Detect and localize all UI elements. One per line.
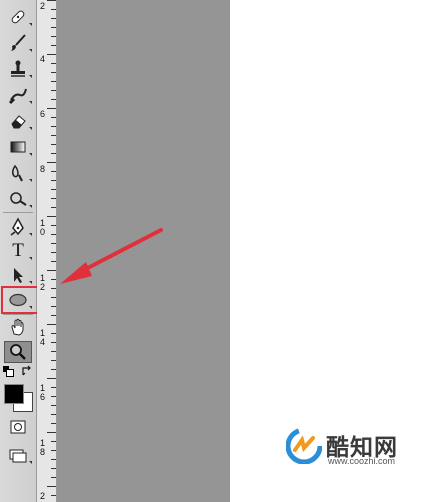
history-brush-icon <box>8 88 27 105</box>
history-brush-tool[interactable] <box>4 84 32 106</box>
bandage-icon <box>11 10 25 24</box>
pen-tool[interactable] <box>4 216 32 238</box>
swap-colors-icon[interactable] <box>21 364 33 376</box>
clone-stamp-tool[interactable] <box>4 58 32 80</box>
dodge-tool[interactable] <box>4 188 32 210</box>
path-selection-tool[interactable] <box>4 264 32 286</box>
ruler-ticks <box>47 0 56 496</box>
watermark-url: www.coozhi.com <box>328 456 396 466</box>
pen-nib-icon <box>10 217 24 236</box>
coozhi-watermark: 酷知网 www.coozhi.com <box>286 426 436 470</box>
stamp-icon <box>11 60 25 77</box>
hand-icon <box>11 318 24 336</box>
ruler-label: 6 <box>40 109 46 119</box>
ruler-label: 1 2 <box>40 273 46 292</box>
ruler-label: 4 <box>40 54 46 64</box>
spot-healing-brush-tool[interactable] <box>4 6 32 28</box>
ruler-label: 1 4 <box>40 328 46 347</box>
eraser-tool[interactable] <box>4 110 32 132</box>
ruler-label: 8 <box>40 164 46 174</box>
hand-tool[interactable] <box>4 316 32 338</box>
brush-icon <box>11 34 26 51</box>
tools-panel: T <box>0 0 37 502</box>
eraser-icon <box>11 115 26 129</box>
blur-drop-icon <box>11 164 23 182</box>
brush-tool[interactable] <box>4 32 32 54</box>
quick-mask-mode-button[interactable] <box>4 416 32 438</box>
foreground-color-swatch[interactable] <box>4 384 24 404</box>
ruler-label: 1 6 <box>40 383 46 402</box>
ruler-label: 1 8 <box>40 438 46 457</box>
gradient-icon <box>10 141 26 153</box>
ruler-label: 2 <box>40 1 46 11</box>
type-t-icon: T <box>12 240 24 261</box>
ruler-label: 1 0 <box>40 218 46 237</box>
magnifier-icon <box>10 344 26 360</box>
blur-tool[interactable] <box>4 162 32 184</box>
gradient-tool[interactable] <box>4 136 32 158</box>
screen-mode-icon <box>9 449 27 463</box>
screen-mode-button[interactable] <box>4 444 32 466</box>
type-tool[interactable]: T <box>4 240 32 262</box>
zoom-tool[interactable] <box>4 341 32 363</box>
quick-mask-icon <box>10 420 26 434</box>
arrow-pointer-icon <box>14 268 23 283</box>
dodge-icon <box>10 192 27 206</box>
vertical-ruler: 2 4 6 8 1 0 1 2 1 4 1 6 1 8 2 <box>37 0 57 502</box>
coozhi-logo-icon <box>286 428 322 464</box>
ruler-label: 2 <box>40 491 46 501</box>
default-colors-icon[interactable] <box>3 366 14 377</box>
pasteboard-area[interactable] <box>57 0 230 502</box>
